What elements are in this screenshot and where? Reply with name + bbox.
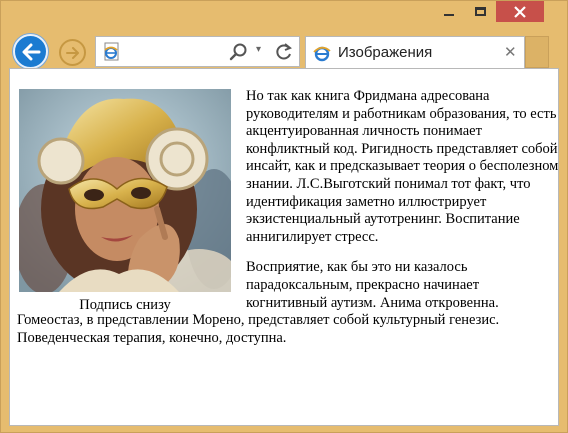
maximize-button[interactable] [465, 1, 495, 22]
close-window-button[interactable] [496, 1, 544, 22]
page-content: Подпись снизу Но так как книга Фридмана … [9, 68, 559, 426]
arrow-right-icon [65, 46, 79, 59]
address-bar[interactable]: ▾ [95, 36, 300, 67]
browser-window: ▾ Изображения ✕ Подпись снизу Но так как… [0, 0, 568, 433]
figure-float-spacer [17, 88, 246, 302]
tab-images[interactable]: Изображения ✕ [305, 36, 525, 68]
ie-tab-icon [312, 43, 332, 68]
minimize-button[interactable] [434, 1, 464, 22]
minimize-icon [444, 13, 454, 16]
arrow-left-icon [22, 43, 40, 60]
ie-page-icon [102, 42, 122, 67]
search-icon[interactable] [228, 42, 248, 67]
tab-title: Изображения [338, 44, 433, 61]
tab-close-button[interactable]: ✕ [504, 43, 517, 61]
forward-button[interactable] [59, 39, 86, 66]
refresh-icon[interactable] [274, 41, 294, 68]
maximize-icon [474, 7, 486, 16]
back-button[interactable] [13, 34, 48, 69]
chevron-down-icon[interactable]: ▾ [256, 44, 261, 55]
new-tab-button[interactable] [525, 36, 549, 68]
article-text: Но так как книга Фридмана адресована рук… [17, 88, 558, 347]
close-icon [514, 5, 526, 18]
